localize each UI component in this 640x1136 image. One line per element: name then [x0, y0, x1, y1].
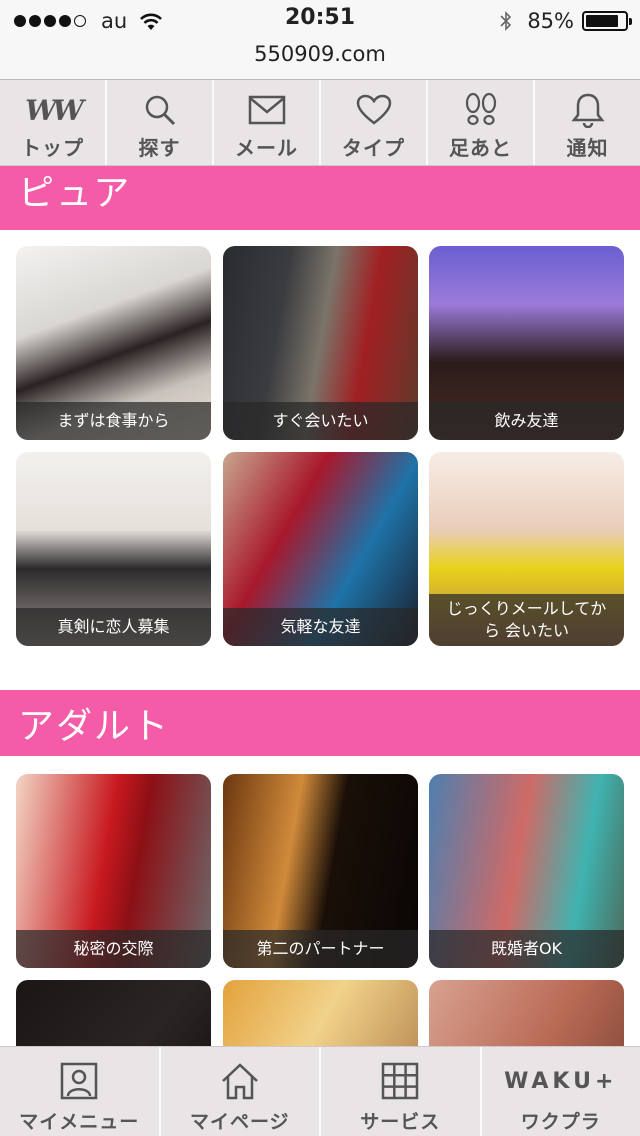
- battery-area: 85%: [499, 6, 632, 36]
- section-header-adult: アダルト: [0, 690, 640, 756]
- category-card-serious-partner[interactable]: 真剣に恋人募集: [16, 452, 211, 646]
- mail-icon: [248, 95, 285, 125]
- status-bar: au 20:51 85% 550909.com: [0, 0, 640, 80]
- category-card-mail-first[interactable]: じっくりメールしてから 会いたい: [429, 452, 624, 646]
- category-card-drinking-friend[interactable]: 飲み友達: [429, 246, 624, 440]
- nav-item-label: タイプ: [342, 136, 405, 160]
- card-caption: 気軽な友達: [223, 608, 418, 646]
- footprints-icon: [465, 92, 496, 126]
- category-card-second-partner[interactable]: 第二のパートナー: [223, 774, 418, 968]
- nav-item-notifications[interactable]: 通知: [535, 80, 640, 165]
- category-card-meal[interactable]: まずは食事から: [16, 246, 211, 440]
- card-caption: 秘密の交際: [16, 930, 211, 968]
- card-caption: 飲み友達: [429, 402, 624, 440]
- nav-item-label: 通知: [566, 136, 609, 160]
- category-card-casual-friend[interactable]: 気軽な友達: [223, 452, 418, 646]
- grid-icon: [382, 1062, 419, 1100]
- url-bar[interactable]: 550909.com: [0, 42, 640, 66]
- card-caption: 第二のパートナー: [223, 930, 418, 968]
- bottom-nav-my-page[interactable]: マイページ: [161, 1047, 321, 1136]
- card-caption: 既婚者OK: [429, 930, 624, 968]
- nav-item-label: トップ: [21, 136, 84, 160]
- nav-item-top[interactable]: WW トップ: [0, 80, 107, 165]
- bluetooth-icon: [500, 11, 512, 31]
- top-nav: WW トップ 探す メール タイプ 足あと 通知: [0, 80, 640, 166]
- nav-item-label: メール: [235, 136, 298, 160]
- bottom-nav-services[interactable]: サービス: [321, 1047, 482, 1136]
- bottom-nav-label: サービス: [360, 1111, 441, 1133]
- category-card-meet-soon[interactable]: すぐ会いたい: [223, 246, 418, 440]
- category-card-secret-relationship[interactable]: 秘密の交際: [16, 774, 211, 968]
- bottom-nav-label: マイページ: [189, 1111, 290, 1133]
- nav-item-type[interactable]: タイプ: [321, 80, 428, 165]
- nav-item-mail[interactable]: メール: [214, 80, 321, 165]
- waku-plus-logo-icon: WAKU+: [504, 1068, 618, 1094]
- bottom-nav: マイメニュー マイページ サービス WAKU+ ワクプラ: [0, 1046, 640, 1136]
- nav-item-label: 探す: [138, 136, 181, 160]
- battery-icon: [582, 11, 632, 31]
- nav-item-footprints[interactable]: 足あと: [428, 80, 535, 165]
- card-caption: まずは食事から: [16, 402, 211, 440]
- ww-logo-icon: WW: [25, 93, 84, 127]
- section-header-pure: ピュア: [0, 166, 640, 230]
- profile-icon: [61, 1062, 98, 1100]
- nav-item-label: 足あと: [449, 136, 512, 160]
- card-caption: すぐ会いたい: [223, 402, 418, 440]
- home-icon: [221, 1063, 258, 1100]
- card-caption: じっくりメールしてから 会いたい: [429, 594, 624, 646]
- bottom-nav-my-menu[interactable]: マイメニュー: [0, 1047, 161, 1136]
- bottom-nav-label: マイメニュー: [19, 1111, 140, 1133]
- nav-item-search[interactable]: 探す: [107, 80, 214, 165]
- bottom-nav-label: ワクプラ: [520, 1111, 601, 1133]
- bottom-nav-wakupura[interactable]: WAKU+ ワクプラ: [482, 1047, 640, 1136]
- category-card-married-ok[interactable]: 既婚者OK: [429, 774, 624, 968]
- bell-icon: [570, 93, 605, 128]
- search-icon: [145, 95, 175, 126]
- card-caption: 真剣に恋人募集: [16, 608, 211, 646]
- battery-fill: [586, 15, 619, 27]
- heart-icon: [356, 94, 391, 125]
- battery-percent: 85%: [527, 9, 574, 33]
